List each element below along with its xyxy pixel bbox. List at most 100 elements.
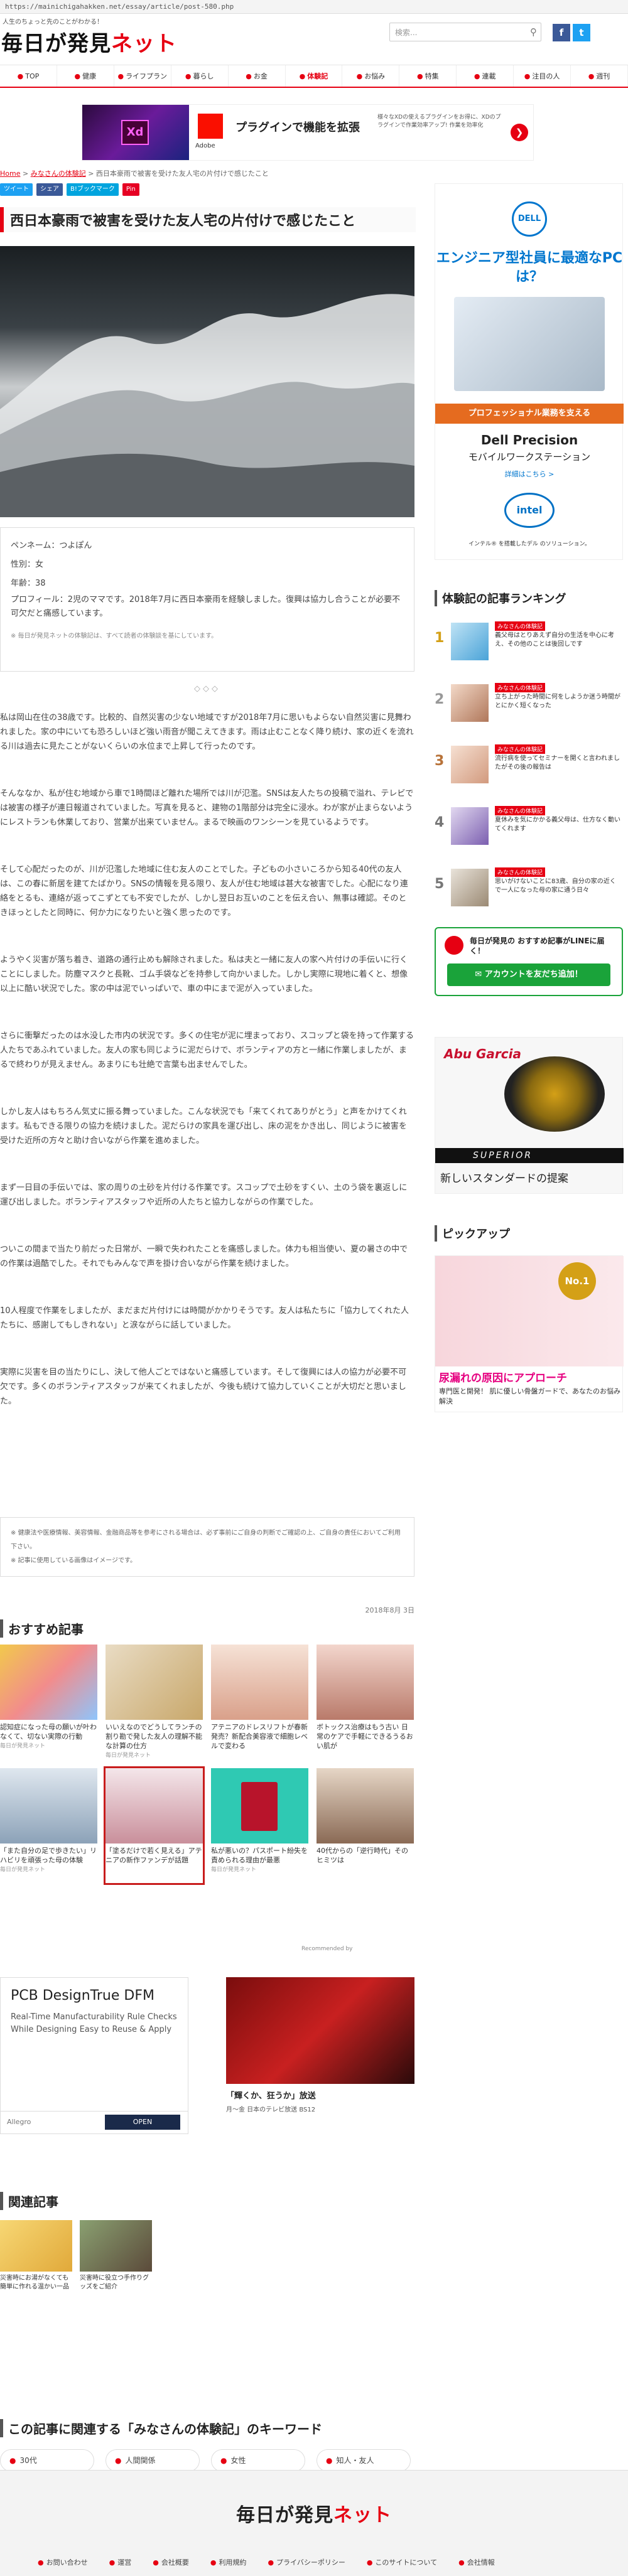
keyword-pill[interactable]: ● 人間関係 — [106, 2449, 200, 2472]
recommend-card[interactable]: アテニアのドレスリフトが春新発売？新配合美容液で細胞レベルで変わる — [211, 1645, 308, 1759]
nav-item-people[interactable]: ● 注目の人 — [514, 65, 571, 87]
nav-item-weekly[interactable]: ● 週刊 — [571, 65, 628, 87]
recommend-source: 毎日が発見ネット — [0, 1867, 46, 1873]
profile-note: ※ 毎日が発見ネットの体験記は、すべて読者の体験談を基にしています。 — [11, 633, 218, 640]
nav-item-top[interactable]: ● TOP — [0, 65, 57, 87]
pickup-title: ピックアップ — [435, 1225, 623, 1242]
hero-image-flood-water — [0, 246, 414, 517]
article-disclaimer: ※ 健康法や医療情報、美容情報、金融商品等を参考にされる場合は、必ず事前にご自身… — [0, 1517, 414, 1577]
related-card[interactable]: 災害時に役立つ手作りグッズをご紹介 — [80, 2220, 152, 2292]
ranking-item[interactable]: 4 みなさんの体験記 夏休みを気にかかる義父母は、仕方なく動いてくれます — [435, 802, 623, 850]
line-icon: ✉ — [475, 970, 485, 979]
pcb-open-button[interactable]: OPEN — [105, 2115, 180, 2130]
keyword-pill[interactable]: ● 30代 — [0, 2449, 94, 2472]
footer-link-contact[interactable]: ● お問い合わせ — [38, 2557, 88, 2567]
recommend-card[interactable]: 私が悪いの？パスポート紛失を責められる理由が最悪 毎日が発見ネット — [211, 1768, 308, 1883]
recommend-thumb — [317, 1645, 414, 1720]
url-bar[interactable]: https://mainichigahakken.net/essay/artic… — [0, 0, 628, 14]
author-profile-box: ペンネーム：つよぽん 性別：女 年齢：38 プロフィール：2児のママです。201… — [0, 527, 414, 672]
search-placeholder: 検索... — [395, 28, 418, 37]
footer-link-operation[interactable]: ● 運営 — [109, 2557, 132, 2567]
dell-detail-link[interactable]: 詳細はこちら > — [435, 469, 624, 479]
facebook-share-button[interactable]: シェア — [36, 183, 63, 196]
tv-ad[interactable]: 「輝くか、狂うか」放送 月〜金 日本のテレビ放送 BS12 — [226, 1977, 414, 2134]
recommend-source: 毎日が発見ネット — [211, 1867, 257, 1873]
recommended-by[interactable]: Recommended by — [301, 1946, 352, 1952]
footer-link-company[interactable]: ● 会社概要 — [153, 2557, 189, 2567]
abu-tagline: 新しいスタンダードの提案 — [440, 1173, 568, 1185]
footer-link-about[interactable]: ● このサイトについて — [367, 2557, 437, 2567]
recommend-card[interactable]: 40代からの「逆行時代」そのヒミツは — [317, 1768, 414, 1883]
ranking-item[interactable]: 5 みなさんの体験記 思いがけないことに83歳、自分の家の近くで一人になった母の… — [435, 864, 623, 911]
nav-item-series[interactable]: ● 連載 — [457, 65, 514, 87]
related-text: 災害時にお湯がなくても簡単に作れる温かい一品 — [0, 2275, 69, 2290]
article-paragraph: 10人程度で作業をしましたが、まだまだ片付けには時間がかかりそうです。友人は私た… — [0, 1306, 409, 1330]
dell-ad[interactable]: DELL エンジニア型社員に最適なPCは？ プロフェッショナル業務を支える De… — [435, 183, 624, 560]
recommend-card[interactable]: 「塗るだけで若く見える」アテニアの新作ファンデが話題 — [104, 1766, 205, 1885]
line-add-friend-button[interactable]: ✉ アカウントを友だち追加！ — [447, 963, 610, 986]
search-icon[interactable]: ⚲ — [530, 26, 537, 38]
twitter-icon[interactable]: t — [573, 24, 590, 41]
disclaimer-line: ※ 記事に使用している画像はイメージです。 — [11, 1557, 137, 1564]
no1-badge: No.1 — [558, 1262, 596, 1300]
line-title: 毎日が発見の おすすめ記事がLINEに届く！ — [470, 936, 605, 955]
keyword-pill[interactable]: ● 女性 — [211, 2449, 305, 2472]
rank-badge: みなさんの体験記 — [495, 683, 546, 692]
pcb-ad[interactable]: PCB DesignTrue DFM Real-Time Manufactura… — [0, 1977, 188, 2134]
laptop-image — [454, 297, 605, 391]
footer-link-privacy[interactable]: ● プライバシーポリシー — [268, 2557, 345, 2567]
dell-banner: プロフェッショナル業務を支える — [435, 404, 624, 424]
rank-thumb — [451, 746, 489, 783]
nav-item-lifeplan[interactable]: ● ライフプラン — [114, 65, 171, 87]
footer-link-terms[interactable]: ● 利用規約 — [210, 2557, 247, 2567]
keyword-pill[interactable]: ● 知人・友人 — [317, 2449, 411, 2472]
recommend-card[interactable]: 認知症になった母の願いが叶わなくて、切ない実際の行動 毎日が発見ネット — [0, 1645, 97, 1759]
profile-age: 年齢：38 — [11, 579, 46, 588]
tweet-button[interactable]: ツイート — [0, 183, 33, 196]
rank-thumb — [451, 807, 489, 845]
recommend-thumb — [211, 1645, 308, 1720]
rank-thumb — [451, 684, 489, 722]
article-paragraph: ついこの間まで当たり前だった日常が、一瞬で失われたことを痛感しました。体力も相当… — [0, 1245, 408, 1269]
recommend-card[interactable]: いいえなのでどうしてランチの割り勘で発した友人の理解不能な計算の仕方 毎日が発見… — [106, 1645, 203, 1759]
ranking-item[interactable]: 1 みなさんの体験記 義父母はとりあえず自分の生活を中心に考え、その他のことは後… — [435, 618, 623, 665]
breadcrumb-home[interactable]: Home — [0, 169, 20, 178]
search-input[interactable]: 検索... ⚲ — [389, 23, 541, 41]
nav-item-living[interactable]: ● 暮らし — [171, 65, 229, 87]
abu-garcia-ad[interactable]: Abu Garcia SUPERIOR 新しいスタンダードの提案 — [435, 1037, 624, 1194]
water-splash-graphic — [0, 294, 414, 517]
profile-bio: プロフィール：2児のママです。2018年7月に西日本豪雨を経験しました。復興は協… — [11, 595, 401, 618]
rank-number: 2 — [435, 692, 445, 707]
pcb-ad-desc: Real-Time Manufacturability Rule Checks … — [11, 2012, 177, 2034]
rank-text: 義父母はとりあえず自分の生活を中心に考え、その他のことは後回しです — [495, 632, 614, 648]
adobe-logo-icon — [198, 114, 223, 139]
facebook-icon[interactable]: f — [553, 24, 570, 41]
nav-item-worries[interactable]: ● お悩み — [342, 65, 400, 87]
ranking-item[interactable]: 3 みなさんの体験記 流行病を使ってセミナーを開くと言われましたがその後の報告は — [435, 741, 623, 788]
health-ad[interactable]: No.1 尿漏れの原因にアプローチ 専門医と開発！ 肌に優しい骨盤ガードで、あな… — [435, 1255, 624, 1412]
nav-item-experience[interactable]: ● 体験記 — [286, 65, 343, 87]
hatena-bookmark-button[interactable]: B!ブックマーク — [67, 183, 119, 196]
nav-item-feature[interactable]: ● 特集 — [399, 65, 457, 87]
site-logo[interactable]: 毎日が発見ネット — [1, 26, 177, 57]
rank-text: 流行病を使ってセミナーを開くと言われましたがその後の報告は — [495, 755, 620, 771]
ad-image: Xd — [82, 105, 189, 160]
intel-logo-icon: intel — [504, 493, 555, 528]
related-card[interactable]: 災害時にお湯がなくても簡単に作れる温かい一品 — [0, 2220, 72, 2292]
recommend-text: 40代からの「逆行時代」そのヒミツは — [317, 1847, 408, 1864]
recommend-card[interactable]: ボトックス治療はもう古い 日常のケアで手軽にできるうるおい肌が — [317, 1645, 414, 1759]
rank-thumb — [451, 869, 489, 906]
nav-item-health[interactable]: ● 健康 — [57, 65, 114, 87]
rank-number: 1 — [435, 630, 445, 646]
health-headline: 尿漏れの原因にアプローチ — [439, 1372, 567, 1385]
chevron-right-icon[interactable]: ❯ — [511, 124, 528, 141]
nav-item-money[interactable]: ● お金 — [229, 65, 286, 87]
pinterest-button[interactable]: Pin — [122, 183, 139, 196]
footer-logo[interactable]: 毎日が発見ネット — [0, 2499, 628, 2527]
footer-link-corporate[interactable]: ● 会社情報 — [458, 2557, 495, 2567]
ranking-item[interactable]: 2 みなさんの体験記 立ち上がった時間に何をしようか迷う時間がとにかく短くなった — [435, 679, 623, 727]
recommend-card[interactable]: 「また自分の足で歩きたい」リハビリを頑張った母の体験 毎日が発見ネット — [0, 1768, 97, 1883]
breadcrumb-section[interactable]: みなさんの体験記 — [31, 169, 86, 178]
top-banner-ad[interactable]: Xd Adobe プラグインで機能を拡張 様々なXDの使えるプラグインをお得に、… — [82, 104, 534, 161]
main-nav: ● TOP ● 健康 ● ライフプラン ● 暮らし ● お金 ● 体験記 ● お悩み ● 特集 … — [0, 65, 628, 88]
